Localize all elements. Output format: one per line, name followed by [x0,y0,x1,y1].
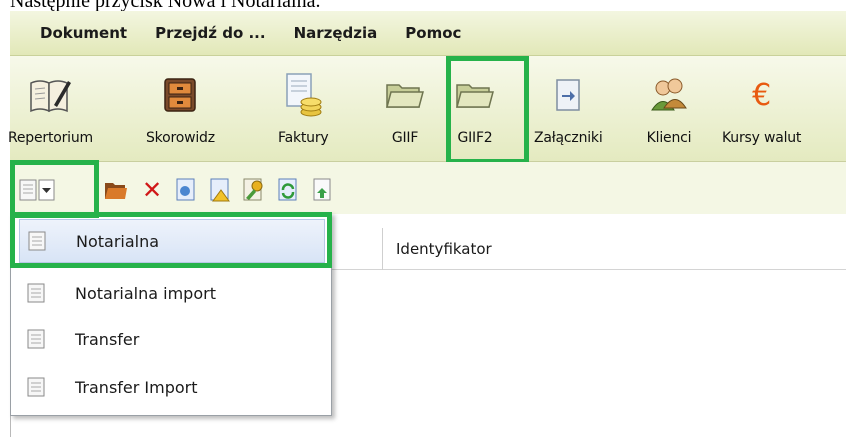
document-icon [27,283,45,303]
dropdown-item-label: Transfer Import [75,377,198,397]
clients-icon [646,72,692,118]
dropdown-item-notarialna[interactable]: Notarialna [19,219,325,263]
secondary-toolbar: ✕ [10,162,846,214]
toolbar-label: Repertorium [8,130,93,146]
dropdown-item-transfer-import[interactable]: Transfer Import [19,365,325,409]
open-folder-icon[interactable] [104,178,128,202]
menu-narzedzia[interactable]: Narzędzia [280,24,392,42]
menu-przejdz-do[interactable]: Przejdź do ... [141,24,280,42]
toolbar-label: GIIF [391,130,419,146]
dropdown-item-label: Notarialna [76,231,160,251]
toolbar-giif-button[interactable]: GIIF [382,62,428,146]
refresh-doc-icon[interactable] [276,178,300,202]
toolbar-label: Skorowidz [146,130,215,146]
toolbar-zalaczniki-button[interactable]: Załączniki [534,62,603,146]
column-header-identyfikator[interactable]: Identyfikator [396,240,492,258]
column-divider [382,228,383,270]
key-doc-icon[interactable] [242,178,266,202]
dropdown-item-label: Notarialna import [75,283,216,303]
toolbar-faktury-button[interactable]: Faktury [278,62,329,146]
toolbar-klienci-button[interactable]: Klienci [646,62,692,146]
toolbar-label: GIIF2 [457,130,493,146]
euro-icon: € [752,77,772,113]
folder-icon [382,72,428,118]
toolbar-label: Klienci [646,130,692,146]
menubar: Dokument Przejdź do ... Narzędzia Pomoc [10,11,846,56]
attachment-doc-icon [545,72,591,118]
toolbar-kursy-walut-button[interactable]: € Kursy walut [722,62,802,147]
toolbar-label: Faktury [278,130,329,146]
dropdown-item-notarialna-import[interactable]: Notarialna import [19,271,325,315]
export-doc-icon[interactable] [310,178,334,202]
toolbar-giif2-button[interactable]: GIIF2 [452,62,498,146]
document-icon [27,377,45,397]
invoice-coins-icon [280,72,326,118]
menu-dokument[interactable]: Dokument [10,24,141,42]
dropdown-item-transfer[interactable]: Transfer [19,317,325,361]
main-toolbar: Repertorium Skorowidz Faktury GIIF GIIF2… [8,56,846,162]
cabinet-icon [157,72,203,118]
new-doc-dropdown-icon[interactable] [16,178,60,202]
delete-icon[interactable]: ✕ [140,178,164,202]
toolbar-repertorium-button[interactable]: Repertorium [8,62,93,146]
toolbar-skorowidz-button[interactable]: Skorowidz [146,62,215,146]
document-icon [27,329,45,349]
toolbar-label: Kursy walut [722,130,802,146]
document-warning-icon[interactable] [208,178,232,202]
menu-pomoc[interactable]: Pomoc [391,24,475,42]
toolbar-label: Załączniki [534,130,603,146]
document-blue-icon[interactable] [174,178,198,202]
folder-icon [452,72,498,118]
dropdown-item-label: Transfer [75,329,140,349]
document-icon [28,231,46,251]
book-pen-icon [27,72,73,118]
new-document-dropdown: Notarialna Notarialna import Transfer Tr… [10,212,332,416]
